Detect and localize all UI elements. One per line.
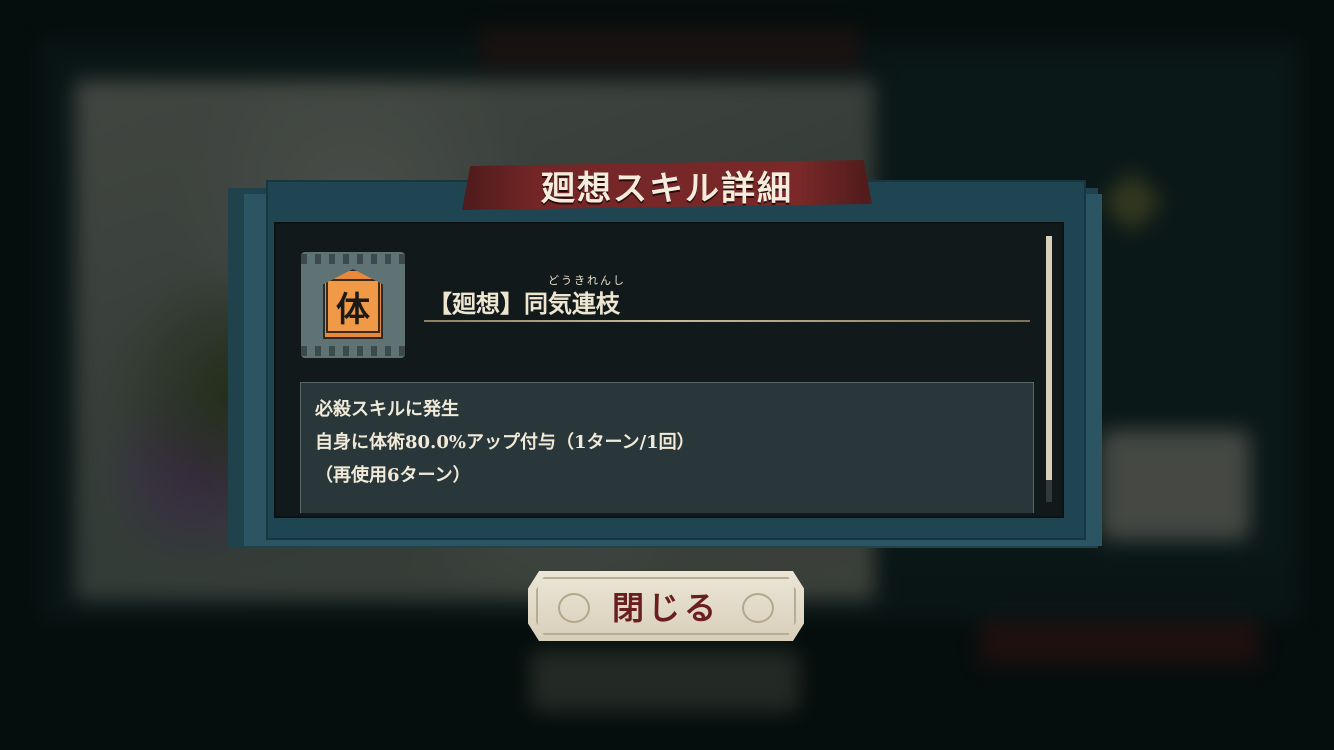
skill-name-divider (424, 320, 1030, 322)
dialog-title-banner: 廻想スキル詳細 (462, 160, 872, 210)
skill-type-glyph: 体 (326, 279, 380, 333)
scrollbar-thumb[interactable] (1046, 236, 1052, 480)
description-scrollbar[interactable] (1046, 236, 1052, 502)
game-screen: 廻想スキル詳細 体 どうきれんし 【廻想】同気連枝 必殺スキルに発生 自身に体術… (0, 0, 1334, 750)
close-button[interactable]: 閉じる (528, 571, 804, 641)
description-effect: 自身に体術80.0%アップ付与（1ターン/1回） (315, 432, 695, 453)
skill-name: 【廻想】同気連枝 (428, 289, 620, 318)
description-cooldown: （再使用6ターン） (315, 465, 471, 486)
description-trigger: 必殺スキルに発生 (315, 399, 459, 420)
dialog-title: 廻想スキル詳細 (541, 168, 793, 209)
ornament-icon (742, 593, 774, 623)
skill-type-badge: 体 (323, 269, 383, 339)
film-strip-decoration (301, 254, 405, 264)
ornament-icon (558, 593, 590, 623)
skill-icon: 体 (301, 252, 405, 358)
skill-description-box: 必殺スキルに発生 自身に体術80.0%アップ付与（1ターン/1回） （再使用6タ… (300, 382, 1034, 513)
film-strip-decoration (301, 346, 405, 356)
close-button-label: 閉じる (611, 589, 720, 627)
